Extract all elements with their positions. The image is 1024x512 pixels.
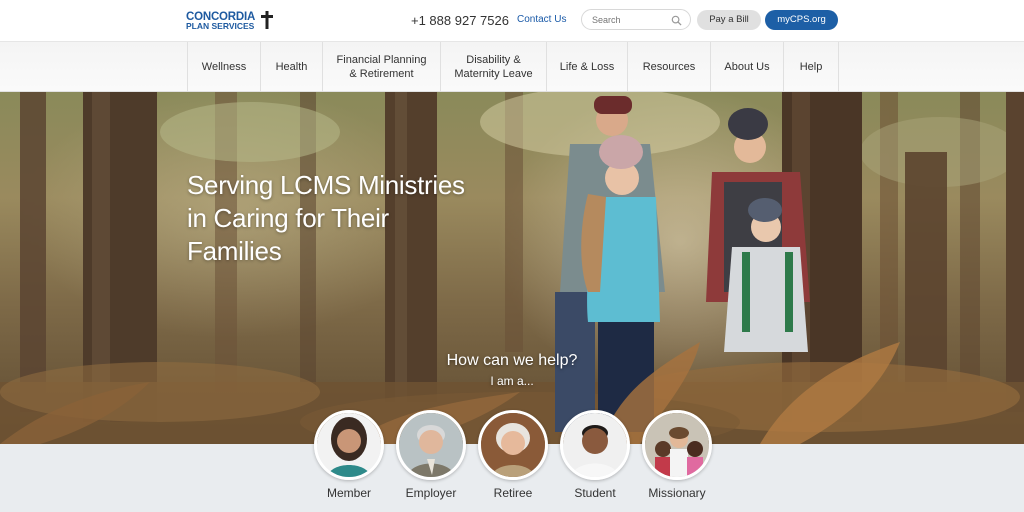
main-nav: Wellness Health Financial Planning & Ret…: [0, 41, 1024, 92]
search-input[interactable]: [592, 13, 672, 27]
missionary-avatar[interactable]: [642, 410, 712, 480]
pay-bill-button[interactable]: Pay a Bill: [697, 10, 761, 30]
top-header: CONCORDIA PLAN SERVICES +1 888 927 7526 …: [0, 0, 1024, 41]
cross-icon: [261, 11, 273, 29]
nav-item-help[interactable]: Help: [783, 42, 839, 92]
employer-avatar[interactable]: [396, 410, 466, 480]
nav-item-resources[interactable]: Resources: [627, 42, 710, 92]
logo-text-line2: PLAN SERVICES: [186, 21, 255, 31]
nav-item-wellness[interactable]: Wellness: [187, 42, 260, 92]
search-box[interactable]: [581, 9, 691, 30]
member-avatar[interactable]: [314, 410, 384, 480]
persona-label-missionary[interactable]: Missionary: [627, 486, 727, 500]
nav-item-financial-planning[interactable]: Financial Planning & Retirement: [322, 42, 440, 92]
search-icon[interactable]: [671, 15, 682, 26]
family-forest-photo: [0, 92, 1024, 444]
nav-item-disability[interactable]: Disability & Maternity Leave: [440, 42, 546, 92]
hero-banner: Serving LCMS Ministries in Caring for Th…: [0, 92, 1024, 444]
mycps-button[interactable]: myCPS.org: [765, 10, 838, 30]
phone-number[interactable]: +1 888 927 7526: [411, 13, 509, 28]
student-avatar[interactable]: [560, 410, 630, 480]
retiree-avatar[interactable]: [478, 410, 548, 480]
help-question: How can we help?: [446, 352, 578, 369]
concordia-logo[interactable]: CONCORDIA PLAN SERVICES: [186, 10, 276, 32]
nav-item-health[interactable]: Health: [260, 42, 322, 92]
hero-headline: Serving LCMS Ministries in Caring for Th…: [187, 170, 465, 266]
nav-item-life-loss[interactable]: Life & Loss: [546, 42, 627, 92]
contact-us-link[interactable]: Contact Us: [517, 14, 566, 25]
i-am-a-prompt: I am a...: [490, 374, 534, 388]
nav-item-about-us[interactable]: About Us: [710, 42, 783, 92]
